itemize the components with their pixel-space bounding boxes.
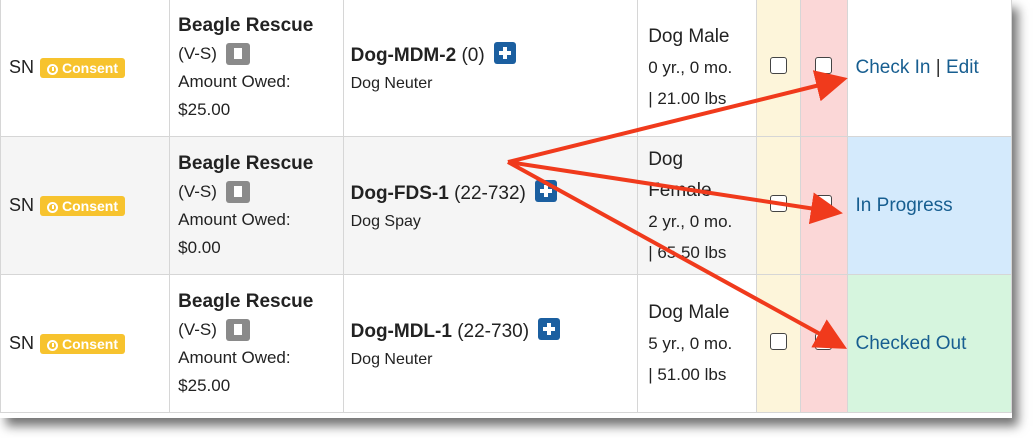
amount-owed: $0.00: [178, 237, 221, 257]
consent-badge[interactable]: Consent: [40, 196, 126, 217]
checkbox[interactable]: [769, 56, 787, 74]
document-icon[interactable]: [225, 181, 250, 204]
pet-name: Dog-FDS-1: [350, 183, 449, 204]
appointments-table-frame: SN Consent Beagle Rescue (V-S) Amount Owe…: [0, 0, 1012, 418]
document-icon[interactable]: [225, 319, 250, 342]
amount-label: Amount Owed:: [178, 347, 291, 367]
owner-name: Beagle Rescue: [178, 152, 314, 174]
appointment-type: SN: [9, 332, 35, 353]
pet-id: (22-732): [454, 183, 526, 204]
plus-icon[interactable]: [535, 180, 558, 202]
clock-icon: [47, 202, 59, 214]
pet-age: 5 yr., 0 mo.: [648, 334, 733, 353]
check-in-link[interactable]: Check In: [856, 57, 931, 78]
checkbox[interactable]: [769, 332, 787, 350]
owner-tag: (V-S): [178, 181, 217, 201]
status-separator: |: [935, 56, 941, 78]
pet-age: 0 yr., 0 mo.: [648, 58, 733, 77]
owner-tag: (V-S): [178, 43, 217, 63]
checkbox[interactable]: [815, 56, 833, 74]
service-name: Dog Neuter: [350, 351, 433, 368]
owner-tag: (V-S): [178, 319, 217, 339]
plus-icon[interactable]: [538, 318, 561, 340]
appointment-type: SN: [9, 56, 35, 77]
document-icon[interactable]: [225, 43, 250, 66]
pet-weight: | 21.00 lbs: [648, 89, 727, 108]
appointment-type: SN: [9, 194, 35, 215]
amount-owed: $25.00: [178, 99, 231, 119]
table-row: SN Consent Beagle Rescue (V-S) Amount Owe…: [0, 0, 1012, 137]
signalment: Dog Male: [648, 302, 730, 323]
checkbox[interactable]: [815, 194, 833, 212]
clock-icon: [47, 340, 59, 352]
checkbox[interactable]: [815, 332, 833, 350]
service-name: Dog Neuter: [350, 75, 433, 92]
pet-name: Dog-MDL-1: [350, 321, 452, 342]
signalment: Dog Male: [648, 26, 730, 47]
amount-owed: $25.00: [178, 375, 231, 395]
pet-name: Dog-MDM-2: [350, 45, 457, 66]
pet-age: 2 yr., 0 mo.: [648, 211, 733, 231]
pet-weight: | 51.00 lbs: [648, 365, 727, 384]
plus-icon[interactable]: [493, 42, 516, 64]
checked-out-link[interactable]: Checked Out: [856, 333, 967, 354]
edit-link[interactable]: Edit: [946, 57, 979, 78]
signalment-species: Dog: [648, 148, 684, 170]
amount-label: Amount Owed:: [178, 71, 291, 91]
consent-badge[interactable]: Consent: [40, 334, 126, 355]
pet-id: (0): [461, 45, 485, 66]
signalment-sex: Female: [648, 179, 712, 201]
checkbox[interactable]: [769, 194, 787, 212]
amount-label: Amount Owed:: [178, 209, 291, 229]
consent-badge[interactable]: Consent: [40, 58, 126, 79]
in-progress-link[interactable]: In Progress: [856, 195, 953, 216]
owner-name: Beagle Rescue: [178, 290, 314, 312]
clock-icon: [47, 64, 59, 76]
pet-id: (22-730): [457, 321, 530, 342]
service-name: Dog Spay: [350, 213, 421, 230]
pet-weight: | 65.50 lbs: [648, 242, 727, 262]
table-row: SN Consent Beagle Rescue (V-S) Amount Owe…: [0, 136, 1012, 275]
appointments-table: SN Consent Beagle Rescue (V-S) Amount Owe…: [0, 0, 1012, 413]
owner-name: Beagle Rescue: [178, 14, 314, 36]
table-row: SN Consent Beagle Rescue (V-S) Amount Owe…: [0, 274, 1012, 413]
